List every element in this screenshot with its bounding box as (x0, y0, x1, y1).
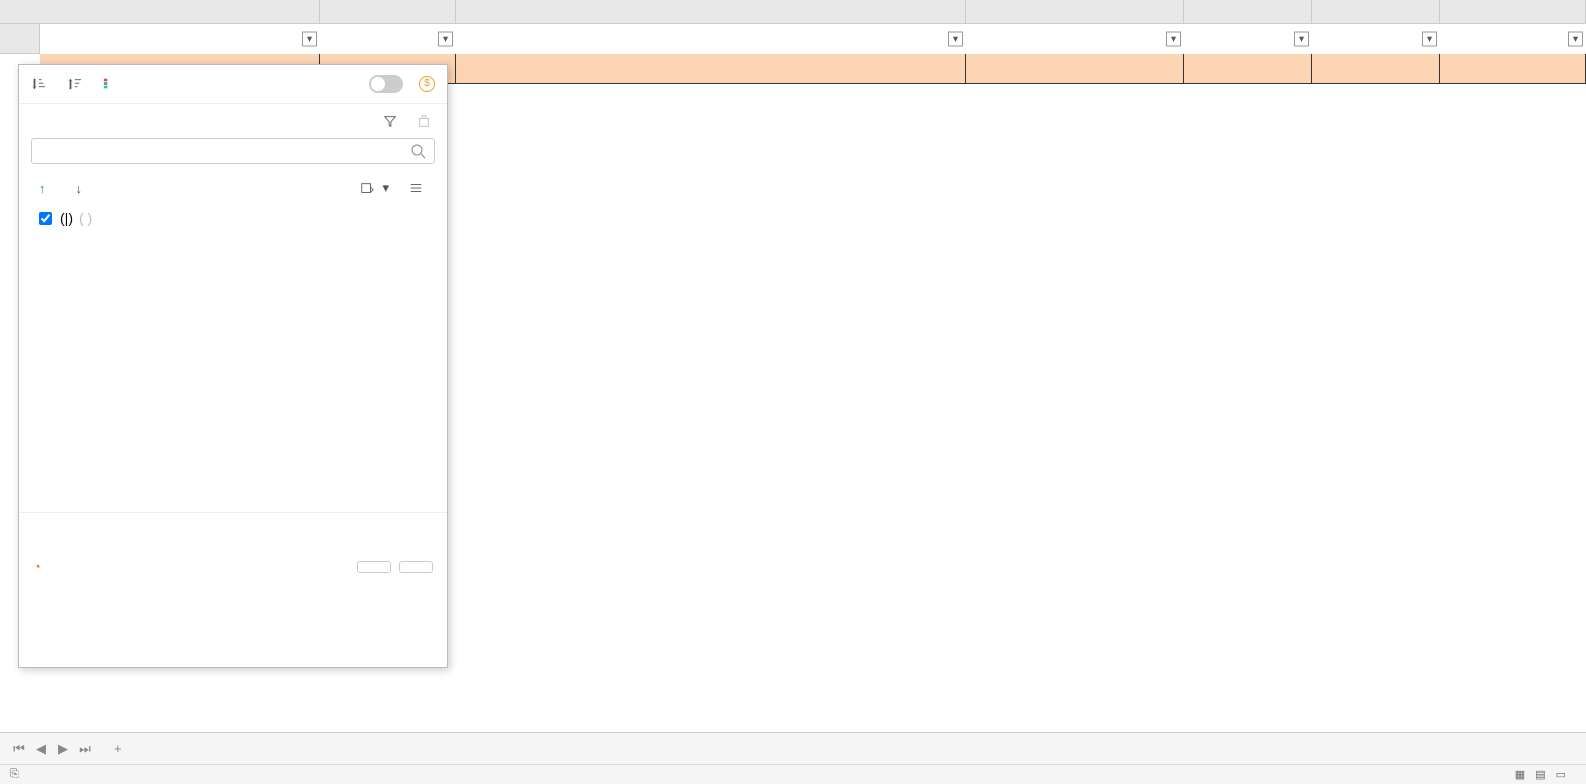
filter-dropdown-icon[interactable]: ▾ (438, 32, 453, 47)
options-button[interactable] (409, 180, 427, 196)
header-avg (1312, 54, 1440, 84)
list-header-count[interactable]: ↓ (76, 181, 83, 196)
filter-dropdown-icon[interactable]: ▾ (1166, 32, 1181, 47)
region-label (19, 512, 447, 533)
sheet-tabs-bar: ⏮ ◀ ▶ ⏭ + (0, 732, 1586, 764)
search-icon (410, 143, 426, 159)
header-code (966, 54, 1184, 84)
column-headers (0, 0, 1586, 24)
sort-desc-button[interactable] (67, 77, 85, 91)
view-page-icon[interactable]: ▤ (1535, 768, 1545, 781)
show-all-link[interactable] (19, 533, 447, 549)
pie-icon: ◔ (33, 559, 41, 574)
filter-dropdown-icon[interactable]: ▾ (1422, 32, 1437, 47)
add-sheet-button[interactable]: + (104, 741, 132, 756)
tab-prev-icon[interactable]: ◀ (32, 741, 50, 757)
tab-last-icon[interactable]: ⏭ (76, 741, 94, 757)
search-input[interactable] (40, 144, 410, 159)
list-header-name[interactable]: ↑ (39, 181, 46, 196)
title-row: ▾ ▾ ▾ ▾ ▾ ▾ ▾ (40, 24, 1586, 54)
select-all-item[interactable]: (|) ( ) (39, 206, 427, 230)
header-min (1184, 54, 1312, 84)
ok-button[interactable] (357, 561, 391, 573)
status-icon: ⎘ (10, 768, 19, 781)
list-header: ↑ ↓ ▾ (19, 174, 447, 202)
col-header-d[interactable] (966, 0, 1184, 23)
coin-icon: $ (419, 76, 435, 92)
filter-dropdown-icon[interactable]: ▾ (1568, 32, 1583, 47)
col-header-a[interactable] (40, 0, 320, 23)
header-unit (456, 54, 966, 84)
filter-dropdown-icon[interactable]: ▾ (948, 32, 963, 47)
row-number[interactable] (0, 24, 40, 54)
col-header-b[interactable] (320, 0, 456, 23)
sort-asc-button[interactable] (31, 77, 49, 91)
search-box (31, 138, 435, 164)
tab-nav-buttons: ⏮ ◀ ▶ ⏭ (0, 741, 104, 757)
clear-conditions-button[interactable] (417, 114, 435, 128)
col-header-c[interactable] (456, 0, 966, 23)
filter-dropdown-icon[interactable]: ▾ (1294, 32, 1309, 47)
filter-dropdown-icon[interactable]: ▾ (302, 32, 317, 47)
color-sort-button[interactable] (103, 77, 121, 91)
tab-first-icon[interactable]: ⏮ (10, 741, 28, 757)
cancel-button[interactable] (399, 561, 433, 573)
tab-next-icon[interactable]: ▶ (54, 741, 72, 757)
filter-panel: $ ↑ ↓ ▾ (|) ( ) ◔ (18, 64, 448, 668)
col-header-f[interactable] (1312, 0, 1440, 23)
advanced-mode-toggle[interactable] (369, 75, 403, 93)
filter-list[interactable]: (|) ( ) (19, 202, 447, 512)
view-normal-icon[interactable]: ▦ (1515, 768, 1525, 781)
row-numbers (0, 24, 40, 54)
panel-footer: ◔ (19, 549, 447, 584)
col-header-e[interactable] (1184, 0, 1312, 23)
panel-toolbar: $ (19, 65, 447, 104)
status-bar: ⎘ ▦ ▤ ▭ (0, 764, 1586, 784)
header-max (1440, 54, 1586, 84)
select-all-checkbox[interactable] (39, 212, 52, 225)
view-break-icon[interactable]: ▭ (1556, 768, 1566, 781)
text-filter-button[interactable] (383, 114, 401, 128)
export-button[interactable]: ▾ (360, 180, 389, 196)
col-header-g[interactable] (1440, 0, 1586, 23)
panel-tabs (19, 104, 447, 128)
